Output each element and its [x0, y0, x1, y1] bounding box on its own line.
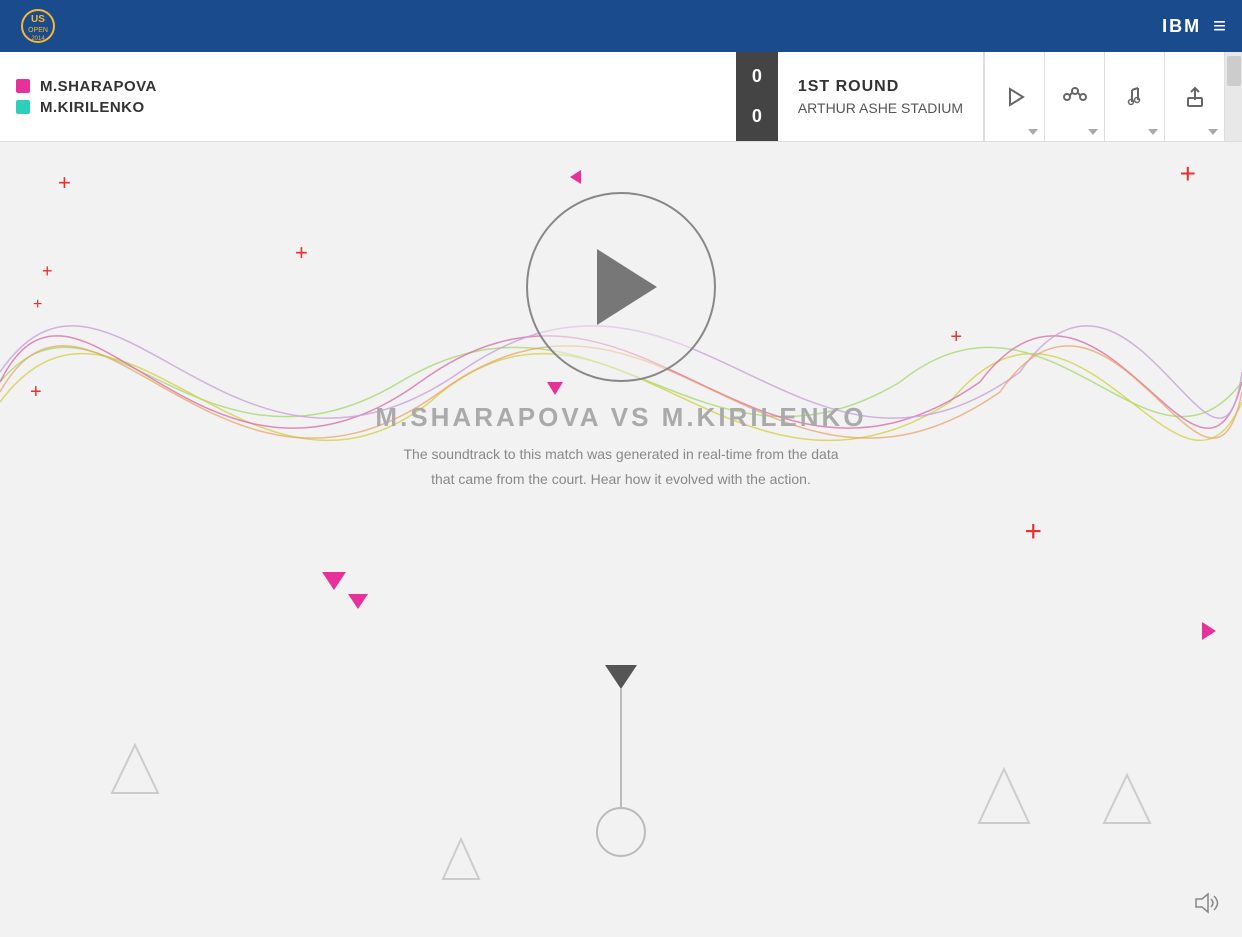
triangle-decoration: [348, 594, 368, 609]
music-icon: [1124, 86, 1146, 108]
needle-arrow-icon: [605, 665, 637, 689]
outline-triangle-right2: [1102, 771, 1152, 827]
chevron-down-icon: [1028, 129, 1038, 135]
players-list: M.SHARAPOVA M.KIRILENKO: [0, 52, 736, 141]
plus-decoration: +: [42, 262, 53, 280]
us-open-logo-icon: US OPEN 2014: [16, 4, 60, 48]
triangle-decoration: [322, 572, 346, 590]
needle-line: [620, 689, 622, 809]
path-icon: [1063, 86, 1087, 108]
plus-decoration: +: [30, 382, 42, 402]
play-triangle-icon: [597, 249, 657, 325]
plus-decoration: +: [33, 297, 42, 313]
svg-text:OPEN: OPEN: [28, 27, 48, 34]
triangle-decoration: [547, 382, 563, 395]
triangle-decoration: [1202, 622, 1216, 640]
logo-area: US OPEN 2014: [16, 4, 60, 48]
match-title: M.SHARAPOVA VS M.KIRILENKO: [0, 402, 1242, 433]
desc-line2: that came from the court. Hear how it ev…: [431, 471, 811, 487]
scrollbar[interactable]: [1224, 52, 1242, 141]
play-button[interactable]: [984, 52, 1044, 141]
venue-label: ARTHUR ASHE STADIUM: [798, 100, 963, 116]
toolbar: [984, 52, 1224, 141]
player1-row: M.SHARAPOVA: [16, 78, 720, 95]
ibm-logo: IBM: [1162, 16, 1201, 37]
plus-decoration: +: [1024, 517, 1042, 547]
chevron-down-icon: [1148, 129, 1158, 135]
needle-indicator: [596, 665, 646, 857]
player1-score: 0: [736, 58, 778, 96]
desc-line1: The soundtrack to this match was generat…: [404, 446, 839, 462]
share-icon: [1184, 86, 1206, 108]
outline-triangle-right1: [977, 765, 1032, 827]
svg-text:2014: 2014: [31, 36, 45, 42]
share-button[interactable]: [1164, 52, 1224, 141]
player2-score: 0: [736, 98, 778, 136]
player1-color-indicator: [16, 79, 30, 93]
plus-decoration: +: [950, 327, 962, 347]
hamburger-menu-icon[interactable]: ≡: [1213, 13, 1226, 39]
player2-name: M.KIRILENKO: [40, 99, 145, 116]
player1-name: M.SHARAPOVA: [40, 78, 157, 95]
round-label: 1ST ROUND: [798, 78, 963, 96]
volume-svg-icon: [1194, 892, 1224, 914]
scores-area: 0 0: [736, 52, 778, 141]
player2-row: M.KIRILENKO: [16, 99, 720, 116]
play-icon: [1004, 86, 1026, 108]
scroll-thumb: [1227, 56, 1241, 86]
match-info: 1ST ROUND ARTHUR ASHE STADIUM: [778, 52, 984, 141]
plus-decoration: +: [1180, 160, 1196, 188]
svg-text:US: US: [31, 14, 45, 25]
chevron-down-icon: [1088, 129, 1098, 135]
header: US OPEN 2014 IBM ≡: [0, 0, 1242, 52]
triangle-decoration: [570, 170, 581, 184]
volume-icon[interactable]: [1194, 892, 1224, 919]
player2-color-indicator: [16, 100, 30, 114]
match-description: The soundtrack to this match was generat…: [0, 442, 1242, 492]
score-column-1: 0 0: [736, 52, 778, 141]
needle-circle: [596, 807, 646, 857]
scoreboard: M.SHARAPOVA M.KIRILENKO 0 0 1ST ROUND AR…: [0, 52, 1242, 142]
outline-triangle-left: [110, 741, 160, 797]
outline-triangle-center: [441, 836, 481, 882]
plus-decoration: +: [58, 172, 71, 194]
path-button[interactable]: [1044, 52, 1104, 141]
plus-decoration: +: [295, 242, 308, 264]
play-button[interactable]: [526, 192, 716, 382]
chevron-down-icon: [1208, 129, 1218, 135]
main-content: + + + + + + + + M.SHARAPOVA VS M.KIRILEN…: [0, 142, 1242, 937]
music-button[interactable]: [1104, 52, 1164, 141]
header-right: IBM ≡: [1162, 13, 1226, 39]
